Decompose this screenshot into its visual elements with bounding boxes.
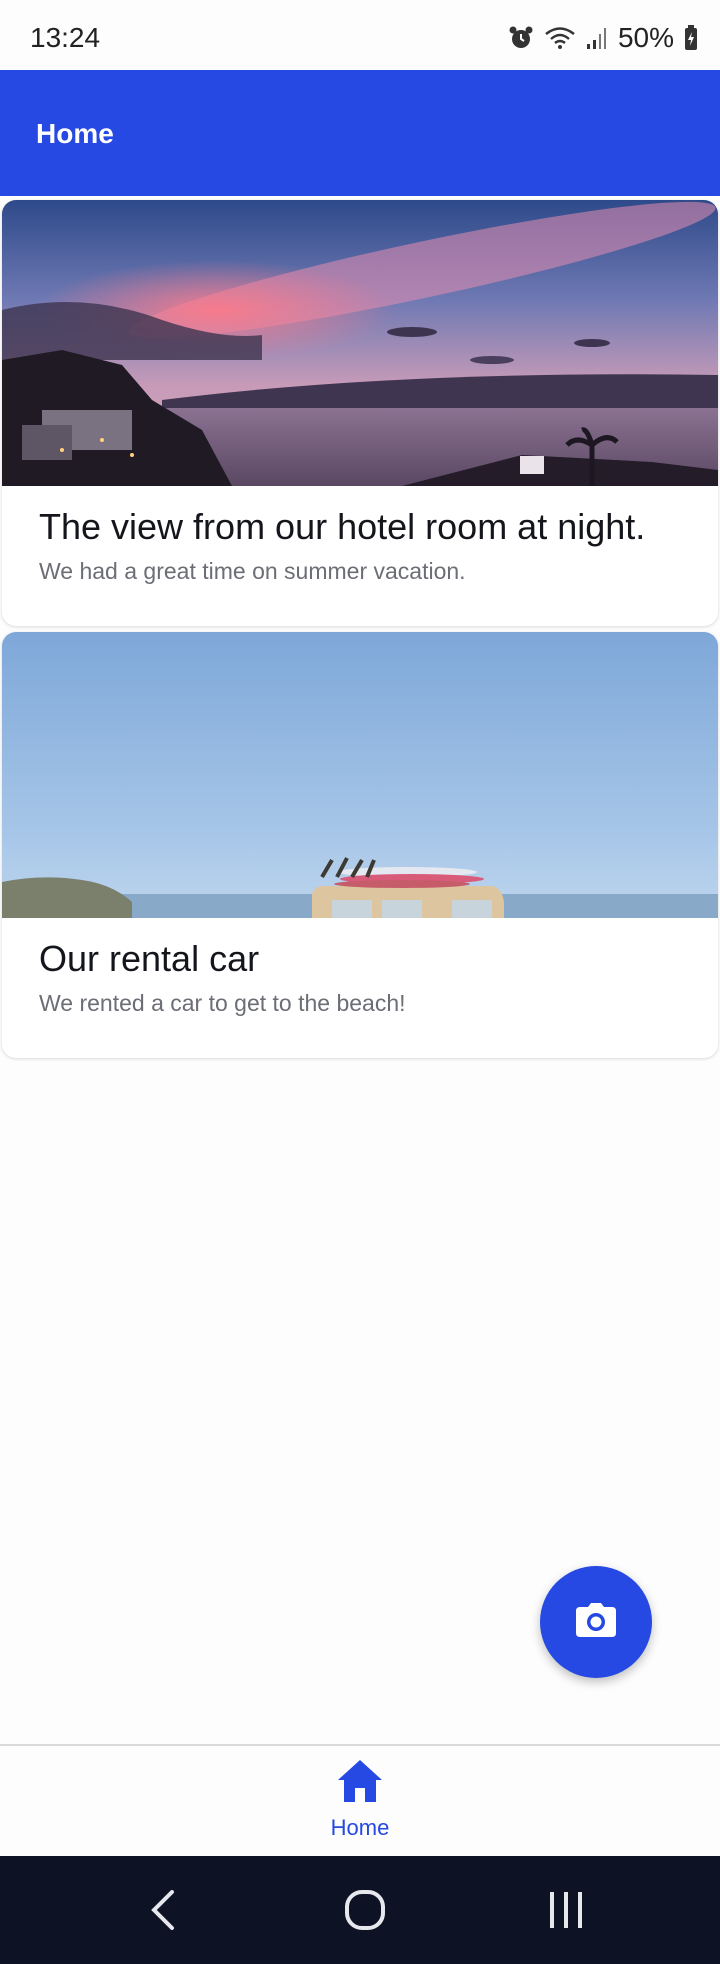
signal-icon [586, 26, 608, 50]
nav-item-home[interactable]: Home [310, 1758, 410, 1854]
system-navigation-bar [0, 1856, 720, 1964]
post-description: We rented a car to get to the beach! [39, 990, 406, 1016]
back-icon[interactable] [150, 1890, 176, 1935]
status-icons: 50% [508, 22, 698, 54]
post-card[interactable]: The view from our hotel room at night. W… [2, 200, 718, 626]
post-title: Our rental car [39, 938, 260, 979]
home-icon [337, 1758, 383, 1809]
post-card[interactable]: Our rental car We rented a car to get to… [2, 632, 718, 1058]
post-title: The view from our hotel room at night. [39, 506, 646, 547]
battery-text: 50% [617, 22, 674, 53]
home-circle-icon[interactable] [344, 1890, 386, 1935]
post-description: We had a great time on summer vacation. [39, 558, 466, 584]
wifi-icon [544, 26, 576, 50]
app-bar: Home [0, 70, 720, 196]
sunset-sea-photo [2, 200, 718, 486]
battery-icon [684, 25, 698, 51]
page-title: Home [36, 118, 114, 149]
status-bar: 13:24 50% [0, 0, 720, 70]
van-surfboards-photo [2, 632, 718, 918]
status-time: 13:24 [30, 22, 101, 53]
recents-icon[interactable] [546, 1890, 586, 1935]
alarm-icon [508, 25, 534, 51]
camera-button[interactable] [540, 1566, 652, 1678]
camera-icon [576, 1602, 616, 1642]
nav-item-label: Home [330, 1815, 390, 1840]
bottom-navigation: Home [0, 1744, 720, 1858]
